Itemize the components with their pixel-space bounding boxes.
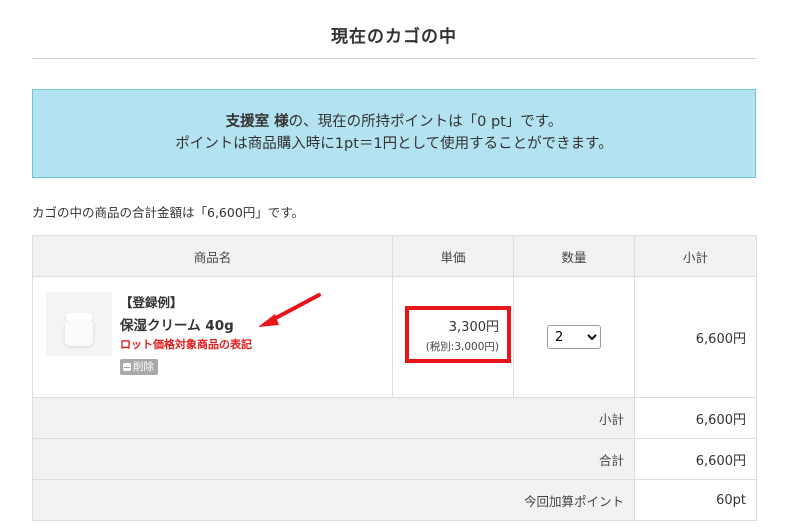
subtotal-label: 小計	[32, 397, 635, 439]
header-subtotal: 小計	[634, 235, 757, 277]
price-highlight-annotation	[405, 306, 511, 363]
point-notice-line2: ポイントは商品購入時に1pt＝1円として使用することができます。	[175, 136, 613, 152]
delete-button[interactable]: 削除	[120, 359, 158, 375]
quantity-cell: 2	[513, 276, 635, 398]
user-name: 支援室 様	[225, 114, 289, 130]
header-product-name: 商品名	[32, 235, 393, 277]
product-thumbnail[interactable]	[46, 292, 112, 356]
quantity-select[interactable]: 2	[547, 325, 601, 349]
table-row: 【登録例】 保湿クリーム 40g ロット価格対象商品の表記 削除 3,300円 …	[32, 276, 757, 398]
subtotal-row: 小計 6,600円	[32, 397, 757, 439]
header-quantity: 数量	[513, 235, 635, 277]
points-value: 60pt	[634, 479, 757, 521]
item-subtotal: 6,600円	[634, 276, 757, 398]
header-unit-price: 単価	[392, 235, 514, 277]
point-notice-line1: 支援室 様の、現在の所持ポイントは「0 pt」です。	[33, 111, 755, 133]
points-label: 今回加算ポイント	[32, 479, 635, 521]
page-title: 現在のカゴの中	[331, 27, 457, 47]
point-notice: 支援室 様の、現在の所持ポイントは「0 pt」です。 ポイントは商品購入時に1p…	[32, 89, 756, 178]
title-divider	[32, 58, 756, 59]
points-row: 今回加算ポイント 60pt	[32, 479, 757, 521]
product-tag: 【登録例】	[120, 295, 183, 310]
product-cell: 【登録例】 保湿クリーム 40g ロット価格対象商品の表記 削除	[32, 276, 393, 398]
jar-image-body	[65, 322, 93, 346]
minus-icon	[123, 363, 131, 371]
jar-image-lid	[66, 313, 92, 322]
lot-price-note: ロット価格対象商品の表記	[120, 338, 252, 351]
delete-label: 削除	[133, 361, 154, 373]
total-value: 6,600円	[634, 438, 757, 480]
cart-total-text: カゴの中の商品の合計金額は「6,600円」です。	[32, 205, 305, 220]
cart-table-header: 商品名 単価 数量 小計	[32, 235, 757, 277]
total-row: 合計 6,600円	[32, 438, 757, 480]
product-name-link[interactable]: 保湿クリーム 40g	[120, 315, 252, 337]
cart-table: 商品名 単価 数量 小計 【登録例】 保湿クリーム 40g ロット価格対象商品の…	[32, 235, 757, 521]
point-balance-text: の、現在の所持ポイントは「0 pt」です。	[288, 114, 563, 130]
subtotal-value: 6,600円	[634, 397, 757, 439]
annotation-arrow-icon	[258, 293, 321, 327]
total-label: 合計	[32, 438, 635, 480]
